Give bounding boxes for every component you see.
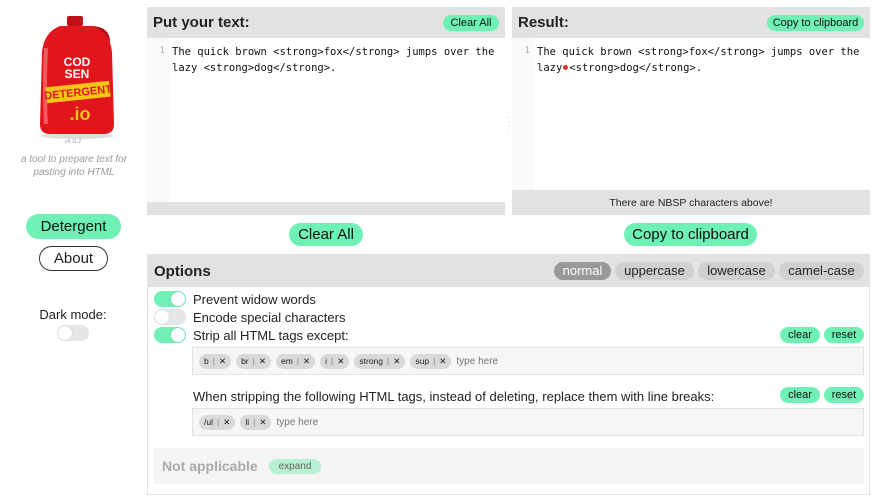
keep-tags-input[interactable]: b | ✕ br | ✕ em | ✕ i | ✕ strong | ✕ sup | ✕ <box>192 347 864 375</box>
replace-tags-text-input[interactable] <box>276 416 397 428</box>
options-header: Options normal uppercase lowercase camel… <box>148 255 869 287</box>
logo-text-sen: SEN <box>65 67 90 81</box>
remove-tag-icon[interactable]: ✕ <box>259 417 266 428</box>
result-line-1: The quick brown <strong>fox</strong> jum… <box>537 46 860 58</box>
options-panel: Options normal uppercase lowercase camel… <box>147 254 870 495</box>
strip-html-toggle[interactable] <box>154 327 186 343</box>
prevent-widow-label: Prevent widow words <box>193 291 316 307</box>
tag-separator: | <box>296 356 300 366</box>
line-gutter: 1 <box>147 38 169 202</box>
remove-tag-icon[interactable]: ✕ <box>337 356 344 367</box>
result-panel-title: Result: <box>518 14 569 31</box>
input-text[interactable]: The quick brown <strong>fox</strong> jum… <box>172 44 494 76</box>
encode-special-toggle[interactable] <box>154 309 186 325</box>
option-strip-html: Strip all HTML tags except: <box>154 327 349 343</box>
toggle-knob <box>171 328 185 342</box>
tagline: a tool to prepare text for pasting into … <box>20 154 128 178</box>
strip-reset-button[interactable]: reset <box>824 327 864 343</box>
tag-separator: | <box>212 356 215 366</box>
tag-label: li <box>245 417 250 427</box>
not-applicable-title: Not applicable <box>162 458 258 474</box>
clear-all-button[interactable]: Clear All <box>289 223 363 246</box>
line-number: 1 <box>524 46 530 56</box>
toggle-knob <box>171 292 185 306</box>
tag-label: i <box>325 356 328 366</box>
tag-chip: br | ✕ <box>236 353 271 369</box>
logo-text-io: .io <box>70 104 91 124</box>
remove-tag-icon[interactable]: ✕ <box>303 356 310 367</box>
dark-mode-label: Dark mode: <box>39 307 107 322</box>
tag-chip: li | ✕ <box>240 414 272 430</box>
tag-chip: em | ✕ <box>275 353 316 369</box>
prevent-widow-toggle[interactable] <box>154 291 186 307</box>
detergent-nav-button[interactable]: Detergent <box>26 214 121 239</box>
strip-html-label: Strip all HTML tags except: <box>193 327 349 343</box>
tag-separator: | <box>216 417 220 427</box>
version-label: v4.11.2 <box>64 139 82 145</box>
input-line-2: lazy <strong>dog</strong>. <box>172 62 337 74</box>
case-normal-button[interactable]: normal <box>554 262 611 280</box>
tag-chip: b | ✕ <box>199 353 232 369</box>
nbsp-warning: There are NBSP characters above! <box>609 197 773 209</box>
result-text[interactable]: The quick brown <strong>fox</strong> jum… <box>537 44 859 76</box>
input-editor[interactable]: 1 The quick brown <strong>fox</strong> j… <box>147 38 505 202</box>
line-number: 1 <box>159 46 165 56</box>
tag-label: /ul <box>204 417 213 427</box>
dark-mode-toggle[interactable] <box>57 325 89 341</box>
replace-tags-input[interactable]: /ul | ✕ li | ✕ <box>192 408 864 436</box>
toggle-knob <box>155 310 169 324</box>
tag-chip: sup | ✕ <box>410 353 452 369</box>
case-lowercase-button[interactable]: lowercase <box>698 262 775 280</box>
input-panel: Put your text: Clear All 1 The quick bro… <box>147 7 505 215</box>
remove-tag-icon[interactable]: ✕ <box>259 356 266 367</box>
about-nav-button[interactable]: About <box>39 246 108 271</box>
replace-clear-button[interactable]: clear <box>780 387 820 403</box>
tag-separator: | <box>252 356 255 366</box>
line-gutter: 1 <box>512 38 534 190</box>
tag-chip: /ul | ✕ <box>199 414 236 430</box>
option-encode-special: Encode special characters <box>154 309 345 325</box>
detergent-logo: COD SEN DETERGENT .io <box>30 12 124 146</box>
remove-tag-icon[interactable]: ✕ <box>223 417 230 428</box>
tag-label: b <box>204 356 209 366</box>
result-line-2-end: <strong>dog</strong>. <box>569 62 703 74</box>
remove-tag-icon[interactable]: ✕ <box>439 356 446 367</box>
strip-clear-button[interactable]: clear <box>780 327 820 343</box>
tag-label: br <box>241 356 249 366</box>
result-line-2-start: lazy <box>537 62 563 74</box>
tag-chip: strong | ✕ <box>354 353 406 369</box>
tag-label: em <box>280 356 293 366</box>
tag-separator: | <box>387 356 390 366</box>
not-applicable-section: Not applicable expand <box>154 448 864 484</box>
options-title: Options <box>154 263 211 280</box>
remove-tag-icon[interactable]: ✕ <box>219 356 226 367</box>
result-panel: Result: Copy to clipboard 1 The quick br… <box>512 7 870 215</box>
toggle-knob <box>58 326 72 340</box>
replace-tags-label: When stripping the following HTML tags, … <box>193 389 715 404</box>
tag-separator: | <box>253 417 256 427</box>
tag-chip: i | ✕ <box>320 353 350 369</box>
option-prevent-widow: Prevent widow words <box>154 291 316 307</box>
clear-all-small-button[interactable]: Clear All <box>443 15 499 31</box>
tag-separator: | <box>331 356 334 366</box>
panel-splitter-handle[interactable]: · · · · <box>507 114 511 134</box>
input-line-1: The quick brown <strong>fox</strong> jum… <box>172 46 495 58</box>
nbsp-marker-icon <box>563 64 569 70</box>
case-camel-case-button[interactable]: camel-case <box>779 262 864 280</box>
sidebar: COD SEN DETERGENT .io v4.11.2 a tool to … <box>0 0 146 500</box>
copy-to-clipboard-button[interactable]: Copy to clipboard <box>624 223 757 246</box>
remove-tag-icon[interactable]: ✕ <box>393 356 400 367</box>
keep-tags-text-input[interactable] <box>456 355 577 367</box>
tag-separator: | <box>433 356 436 366</box>
input-panel-title: Put your text: <box>153 14 250 31</box>
expand-button[interactable]: expand <box>269 459 321 474</box>
copy-to-clipboard-small-button[interactable]: Copy to clipboard <box>767 15 864 31</box>
tag-label: sup <box>415 356 430 366</box>
replace-reset-button[interactable]: reset <box>824 387 864 403</box>
encode-special-label: Encode special characters <box>193 309 346 325</box>
tag-label: strong <box>359 356 383 366</box>
case-uppercase-button[interactable]: uppercase <box>615 262 694 280</box>
result-editor[interactable]: 1 The quick brown <strong>fox</strong> j… <box>512 38 870 190</box>
